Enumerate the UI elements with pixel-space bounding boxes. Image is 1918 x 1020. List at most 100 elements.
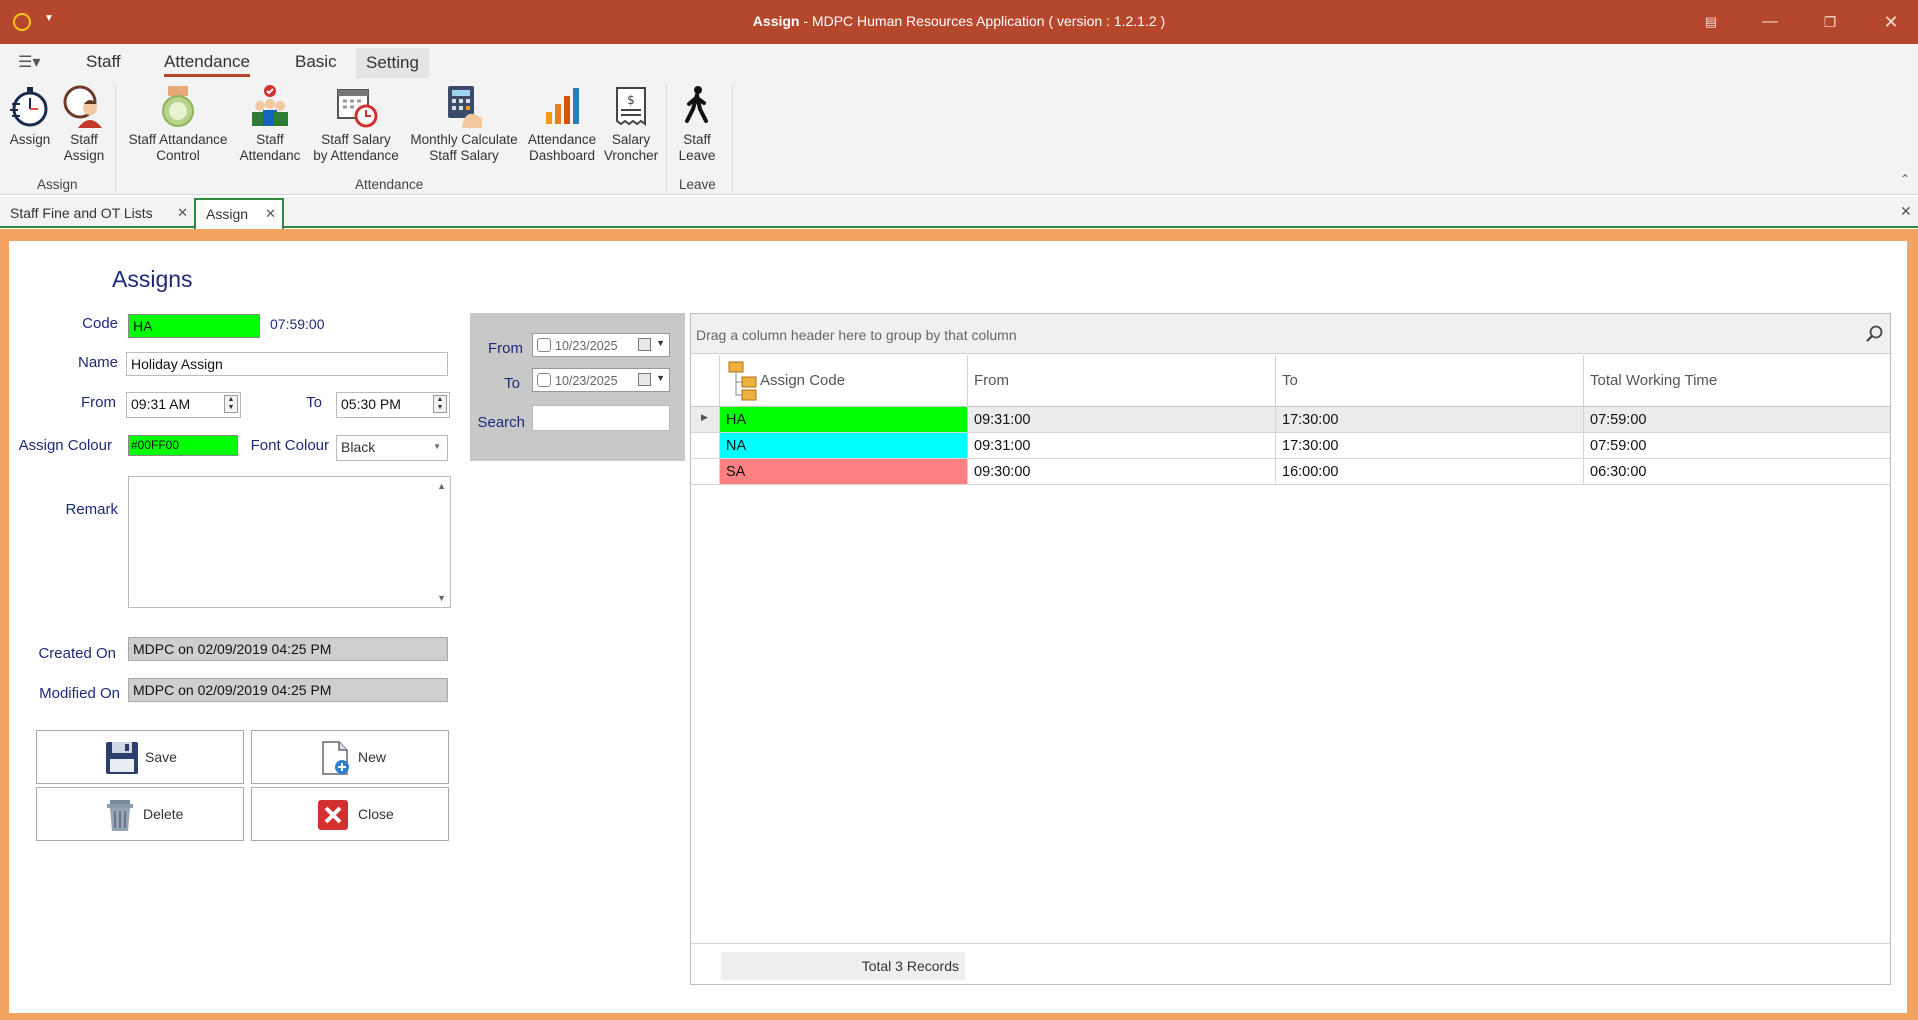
staff-attendance-control-button[interactable]: Staff Attandance Control <box>123 84 233 164</box>
ribbon-separator <box>666 84 667 192</box>
chevron-down-icon[interactable]: ▼ <box>656 338 665 348</box>
scroll-up-icon[interactable]: ▲ <box>437 481 446 491</box>
group-label-attendance: Attendance <box>355 177 424 192</box>
from-time-field[interactable]: 09:31 AM ▲ ▼ <box>126 392 241 418</box>
minimize-button[interactable]: — <box>1756 8 1784 36</box>
chevron-down-icon[interactable]: ▼ <box>433 442 441 451</box>
group-by-panel[interactable]: Drag a column header here to group by th… <box>691 314 1890 354</box>
staff-assign-button[interactable]: Staff Assign <box>60 84 108 164</box>
table-row[interactable]: SA 09:30:00 16:00:00 06:30:00 <box>691 459 1890 485</box>
app-menu-icon[interactable]: ☰▾ <box>18 52 40 72</box>
cell-from[interactable]: 09:31:00 <box>967 407 1275 432</box>
tab-setting[interactable]: Setting <box>356 48 429 78</box>
calendar-icon[interactable] <box>638 338 651 351</box>
staff-attendance-button[interactable]: Staff Attendanc <box>236 84 304 164</box>
close-window-button[interactable]: ✕ <box>1877 8 1905 36</box>
cell-assign-code[interactable]: SA <box>719 459 967 484</box>
assign-button[interactable]: Assign <box>6 84 54 148</box>
document-tab-bar: Staff Fine and OT Lists ✕ Assign ✕ ✕ <box>0 197 1918 229</box>
cell-assign-code[interactable]: NA <box>719 433 967 458</box>
font-colour-select[interactable]: Black ▼ <box>336 435 448 461</box>
to-label: To <box>306 394 322 411</box>
window-title: Assign - MDPC Human Resources Applicatio… <box>752 13 1166 29</box>
monthly-calculate-staff-salary-button[interactable]: Monthly Calculate Staff Salary <box>408 84 520 164</box>
created-on-label: Created On <box>38 645 116 662</box>
close-button[interactable]: Close <box>251 787 449 841</box>
table-row[interactable]: ▶ HA 09:31:00 17:30:00 07:59:00 <box>691 407 1890 433</box>
ribbon-display-icon[interactable]: ▤ <box>1697 8 1725 36</box>
chevron-down-icon[interactable]: ▼ <box>656 373 665 383</box>
close-tab-icon[interactable]: ✕ <box>265 200 276 228</box>
ribbon-separator <box>732 84 733 192</box>
new-button[interactable]: New <box>251 730 449 784</box>
tab-basic[interactable]: Basic <box>295 52 337 72</box>
filter-search-label: Search <box>477 414 525 431</box>
to-time-field[interactable]: 05:30 PM ▲ ▼ <box>336 392 450 418</box>
cell-total[interactable]: 07:59:00 <box>1583 407 1890 432</box>
filter-from-date[interactable]: 10/23/2025 ▼ <box>532 333 670 357</box>
filter-from-label: From <box>488 340 523 357</box>
doc-tab-staff-fine-ot[interactable]: Staff Fine and OT Lists ✕ <box>0 199 194 227</box>
name-field[interactable]: Holiday Assign <box>126 352 448 376</box>
header-assign-code[interactable]: Assign Code <box>719 355 967 407</box>
cell-total[interactable]: 07:59:00 <box>1583 433 1890 458</box>
grid-footer: Total 3 Records <box>691 943 1890 984</box>
from-label: From <box>81 394 116 411</box>
assign-colour-field[interactable]: #00FF00 <box>128 435 238 456</box>
doc-tab-assign[interactable]: Assign ✕ <box>194 198 284 229</box>
cell-to[interactable]: 17:30:00 <box>1275 407 1583 432</box>
group-label-leave: Leave <box>679 177 716 192</box>
cell-to[interactable]: 17:30:00 <box>1275 433 1583 458</box>
search-icon[interactable] <box>1866 325 1884 343</box>
filter-to-date[interactable]: 10/23/2025 ▼ <box>532 368 670 392</box>
new-document-icon <box>322 741 349 775</box>
header-total-working-time[interactable]: Total Working Time <box>1583 355 1890 407</box>
cell-from[interactable]: 09:31:00 <box>967 433 1275 458</box>
title-bar: ▼ Assign - MDPC Human Resources Applicat… <box>0 0 1918 44</box>
remark-textarea[interactable]: ▲ ▼ <box>128 476 451 608</box>
restore-button[interactable]: ❐ <box>1816 8 1844 36</box>
assign-grid: Drag a column header here to group by th… <box>690 313 1891 985</box>
code-field[interactable]: HA <box>128 314 260 338</box>
page-title: Assigns <box>112 266 193 292</box>
assign-colour-label: Assign Colour <box>18 437 112 454</box>
bar-chart-icon <box>546 88 579 124</box>
calendar-icon[interactable] <box>638 373 651 386</box>
team-check-icon <box>252 85 288 126</box>
filter-search-input[interactable] <box>532 405 670 431</box>
collapse-ribbon-icon[interactable]: ⌃ <box>1900 172 1910 186</box>
table-row[interactable]: NA 09:31:00 17:30:00 07:59:00 <box>691 433 1890 459</box>
to-date-checkbox[interactable] <box>537 373 551 387</box>
staff-clock-icon <box>63 85 102 128</box>
tab-attendance[interactable]: Attendance <box>164 52 251 77</box>
cell-total[interactable]: 06:30:00 <box>1583 459 1890 484</box>
walking-person-icon <box>685 86 708 123</box>
row-indicator-icon: ▶ <box>701 412 708 422</box>
modified-on-field: MDPC on 02/09/2019 04:25 PM <box>128 678 448 702</box>
cell-from[interactable]: 09:30:00 <box>967 459 1275 484</box>
close-all-tabs-icon[interactable]: ✕ <box>1900 203 1912 220</box>
grid-header-row: Assign Code From To Total Working Time <box>691 355 1890 407</box>
header-from[interactable]: From <box>967 355 1275 407</box>
staff-salary-by-attendance-button[interactable]: Staff Salary by Attendance <box>308 84 404 164</box>
filter-panel: From 10/23/2025 ▼ To 10/23/2025 ▼ Search <box>470 313 685 461</box>
to-spinner[interactable]: ▲ ▼ <box>433 395 447 413</box>
cell-assign-code[interactable]: HA <box>719 407 967 432</box>
tree-hierarchy-icon <box>728 361 757 401</box>
attendance-dashboard-button[interactable]: Attendance Dashboard <box>523 84 601 164</box>
stopwatch-icon <box>10 87 48 127</box>
staff-leave-button[interactable]: Staff Leave <box>672 84 722 164</box>
trash-icon <box>107 800 133 831</box>
cell-to[interactable]: 16:00:00 <box>1275 459 1583 484</box>
close-tab-icon[interactable]: ✕ <box>177 199 188 227</box>
calendar-clock-icon <box>337 89 378 128</box>
save-button[interactable]: Save <box>36 730 244 784</box>
header-to[interactable]: To <box>1275 355 1583 407</box>
delete-button[interactable]: Delete <box>36 787 244 841</box>
salary-voucher-button[interactable]: $ Salary Vroncher <box>602 84 660 164</box>
from-spinner[interactable]: ▲ ▼ <box>224 395 238 413</box>
close-icon <box>318 800 348 830</box>
from-date-checkbox[interactable] <box>537 338 551 352</box>
tab-staff[interactable]: Staff <box>86 52 121 72</box>
scroll-down-icon[interactable]: ▼ <box>437 593 446 603</box>
